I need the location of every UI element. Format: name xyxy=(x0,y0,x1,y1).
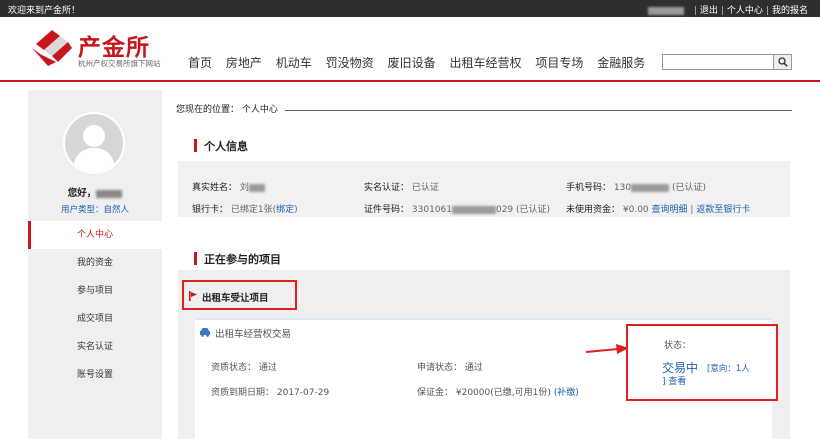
user-type: 用户类型：自然人 xyxy=(60,205,129,215)
greeting-prefix: 您好， xyxy=(67,188,97,199)
apply-status: 申请状态： 通过 xyxy=(417,363,483,373)
main-nav: 首页 房地产 机动车 罚没物资 废旧设备 出租车经营权 项目专场 金融服务 xyxy=(188,54,656,71)
user-center-link[interactable]: 个人中心 xyxy=(727,6,763,16)
qual-expire-date: 资质到期日期： 2017-07-29 xyxy=(211,388,330,398)
search-input[interactable] xyxy=(663,55,773,69)
nav-item-home[interactable]: 首页 xyxy=(188,54,212,71)
id-blurred xyxy=(451,205,496,214)
phone-suffix: (已认证) xyxy=(671,183,706,193)
search-icon xyxy=(777,57,788,67)
tab-taxi-transfer[interactable]: 出租车受让项目 xyxy=(182,280,297,310)
logo-name: 产金所 xyxy=(78,35,150,61)
deposit-field: 保证金： ¥20000(已缴,可用1份) (补缴) xyxy=(417,385,579,398)
status-panel: 状态： 交易中 [意向：1人 ] 查看 xyxy=(626,324,778,401)
user-avatar-icon xyxy=(73,125,115,172)
view-link[interactable]: ] 查看 xyxy=(662,374,686,387)
phone-prefix: 130 xyxy=(613,183,632,193)
sidebar-item-account-settings[interactable]: 账号设置 xyxy=(28,361,162,389)
sidebar-item-verification[interactable]: 实名认证 xyxy=(28,333,162,361)
arrow-icon xyxy=(585,344,629,354)
deposit-value: 保证金： ¥20000(已缴,可用1份) xyxy=(417,388,551,398)
top-bar: 欢迎来到产金所！ | 退出 | 个人中心 | 我的报名 xyxy=(0,0,820,17)
personal-info-panel: 真实姓名： 刘 实名认证： 已认证 手机号码： 130 (已认证) 银行卡： 已… xyxy=(178,161,790,217)
top-bar-links: | 退出 | 个人中心 | 我的报名 xyxy=(647,3,808,16)
verify-value: 已认证 xyxy=(411,183,439,193)
funds-detail-link[interactable]: 查询明细 xyxy=(652,205,688,215)
avatar xyxy=(63,112,125,174)
nav-item-special[interactable]: 项目专场 xyxy=(535,54,583,71)
real-name-value: 刘 xyxy=(239,183,249,193)
welcome-text: 欢迎来到产金所！ xyxy=(8,6,81,16)
verify-row: 实名认证： 已认证 xyxy=(364,183,439,193)
nav-item-taxi-rights[interactable]: 出租车经营权 xyxy=(449,54,521,71)
nav-item-confiscated[interactable]: 罚没物资 xyxy=(326,54,374,71)
sidebar-item-user-center[interactable]: 个人中心 xyxy=(28,221,162,249)
nav-item-finance[interactable]: 金融服务 xyxy=(597,54,645,71)
top-up-link[interactable]: (补缴) xyxy=(554,388,579,398)
phone-row: 手机号码： 130 (已认证) xyxy=(566,183,706,193)
real-name-blurred xyxy=(248,183,265,192)
username-blurred xyxy=(647,6,684,15)
logo-slogan: 杭州产权交易所旗下网站 xyxy=(78,59,161,68)
site-logo[interactable]: 产金所 杭州产权交易所旗下网站 xyxy=(30,26,180,68)
search-button[interactable] xyxy=(773,55,791,69)
real-name-row: 真实姓名： 刘 xyxy=(192,180,265,193)
intent-count: [意向：1人 xyxy=(707,364,750,374)
refund-link[interactable]: 返款至银行卡 xyxy=(696,205,750,215)
funds-row: 未使用资金： ¥0.00 查询明细 | 返款至银行卡 xyxy=(566,205,751,215)
funds-value: ¥0.00 xyxy=(622,205,649,215)
nav-divider xyxy=(0,80,820,82)
id-row: 证件号码： 3301061 029 (已认证) xyxy=(364,205,551,215)
my-signup-link[interactable]: 我的报名 xyxy=(772,6,808,16)
search-box xyxy=(662,54,792,70)
tab-label: 出租车受让项目 xyxy=(202,293,269,304)
status-label: 状态： xyxy=(664,341,692,351)
qual-status: 资质状态： 通过 xyxy=(211,363,277,373)
phone-blurred xyxy=(631,183,670,192)
flag-icon xyxy=(189,291,197,301)
projects-title: 正在参与的项目 xyxy=(194,251,281,267)
personal-info-title: 个人信息 xyxy=(194,138,248,154)
breadcrumb-divider xyxy=(285,110,792,111)
bind-card-link[interactable]: 绑定 xyxy=(276,205,294,215)
username-blurred xyxy=(96,189,123,198)
logout-link[interactable]: 退出 xyxy=(700,6,718,16)
nav-item-equipment[interactable]: 废旧设备 xyxy=(388,54,436,71)
sidebar-menu: 个人中心 我的资金 参与项目 成交项目 实名认证 账号设置 xyxy=(28,221,162,389)
sidebar-item-deals[interactable]: 成交项目 xyxy=(28,305,162,333)
id-prefix: 3301061 xyxy=(411,205,452,215)
bank-row: 银行卡： 已绑定1张(绑定) xyxy=(192,205,298,215)
nav-item-vehicles[interactable]: 机动车 xyxy=(276,54,312,71)
sidebar-item-joined-projects[interactable]: 参与项目 xyxy=(28,277,162,305)
car-icon xyxy=(200,328,210,337)
id-suffix: 029 (已认证) xyxy=(495,205,551,215)
sidebar-item-my-funds[interactable]: 我的资金 xyxy=(28,249,162,277)
breadcrumb: 您现在的位置： 个人中心 xyxy=(176,105,278,115)
logo-mark-icon xyxy=(32,30,72,66)
nav-item-real-estate[interactable]: 房地产 xyxy=(226,54,262,71)
card-title: 出租车经营权交易 xyxy=(215,329,292,340)
sidebar: 您好， 用户类型：自然人 个人中心 我的资金 参与项目 成交项目 实名认证 账号… xyxy=(28,90,162,439)
greeting: 您好， xyxy=(28,185,162,199)
